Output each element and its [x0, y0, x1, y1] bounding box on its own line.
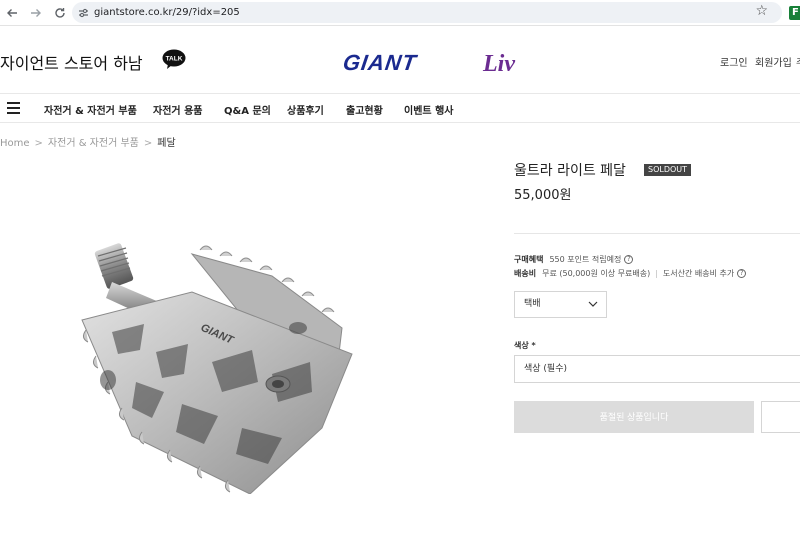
nav-item-bike-parts[interactable]: 자전거 & 자전거 부품 [44, 102, 137, 117]
benefit-row: 구매혜택 550 포인트 적립예정 ? [514, 254, 634, 265]
extension-icon[interactable]: F [789, 6, 800, 20]
address-bar[interactable]: giantstore.co.kr/29/?idx=205 ☆ [72, 2, 782, 23]
login-link[interactable]: 로그인 [720, 54, 748, 69]
reload-icon[interactable] [48, 1, 72, 25]
help-icon[interactable]: ? [737, 269, 747, 278]
product-image: GIANT [72, 232, 390, 495]
nav-item-reviews[interactable]: 상품후기 [287, 102, 324, 117]
back-arrow-icon[interactable] [0, 1, 24, 25]
breadcrumb-home[interactable]: Home [0, 138, 30, 149]
nav-item-events[interactable]: 이벤트 행사 [404, 102, 453, 117]
brand-logo[interactable]: GIANT Liv [341, 50, 543, 80]
join-link[interactable]: 회원가입 [755, 54, 792, 69]
divider [514, 233, 800, 234]
shipping-label: 배송비 [514, 269, 537, 278]
nav-item-qna[interactable]: Q&A 문의 [224, 102, 271, 117]
product-title: 울트라 라이트 페달 [514, 163, 626, 179]
nav-item-accessories[interactable]: 자전거 용품 [153, 102, 202, 117]
bookmark-star-icon[interactable]: ☆ [755, 3, 768, 19]
color-option-select[interactable]: 색상 (필수) [514, 355, 800, 383]
shipping-method-select[interactable]: 택배 [514, 291, 607, 318]
benefit-label: 구매혜택 [514, 255, 544, 264]
talk-badge-text: TALK [166, 56, 183, 63]
wishlist-button[interactable] [761, 401, 800, 433]
chevron-down-icon [588, 301, 598, 307]
main-nav: 자전거 & 자전거 부품 자전거 용품 Q&A 문의 상품후기 출고현황 이벤트… [0, 93, 800, 123]
giant-logo: GIANT [343, 50, 420, 75]
liv-logo: Liv [482, 51, 515, 76]
hamburger-menu-icon[interactable] [7, 102, 20, 114]
shipping-row: 배송비 무료 (50,000원 이상 무료배송) | 도서산간 배송비 추가 ? [514, 268, 747, 279]
store-name[interactable]: 자이언트 스토어 하남 [0, 50, 143, 74]
header-more-link[interactable]: 주 [796, 54, 800, 69]
color-option-placeholder: 색상 (필수) [524, 364, 568, 374]
kakaotalk-icon[interactable]: TALK [162, 49, 186, 70]
site-settings-icon[interactable] [72, 8, 94, 18]
shipping-extra: 도서산간 배송비 추가 [662, 269, 735, 278]
breadcrumb-current: 페달 [157, 138, 176, 149]
separator: | [655, 269, 658, 278]
soldout-badge: SOLDOUT [644, 164, 692, 176]
browser-toolbar: giantstore.co.kr/29/?idx=205 ☆ F [0, 0, 800, 26]
breadcrumb: Home > 자전거 & 자전거 부품 > 페달 [0, 138, 176, 149]
url-text: giantstore.co.kr/29/?idx=205 [94, 7, 240, 18]
breadcrumb-category[interactable]: 자전거 & 자전거 부품 [48, 138, 139, 149]
product-price: 55,000원 [514, 188, 572, 203]
soldout-button[interactable]: 품절된 상품입니다 [514, 401, 754, 433]
nav-item-shipping-status[interactable]: 출고현황 [346, 102, 383, 117]
shipping-value: 무료 (50,000원 이상 무료배송) [542, 269, 651, 278]
shipping-method-value: 택배 [524, 299, 541, 309]
help-icon[interactable]: ? [624, 255, 634, 264]
benefit-value: 550 포인트 적립예정 [549, 255, 622, 264]
forward-arrow-icon[interactable] [24, 1, 48, 25]
color-option-label: 색상 * [514, 341, 536, 350]
